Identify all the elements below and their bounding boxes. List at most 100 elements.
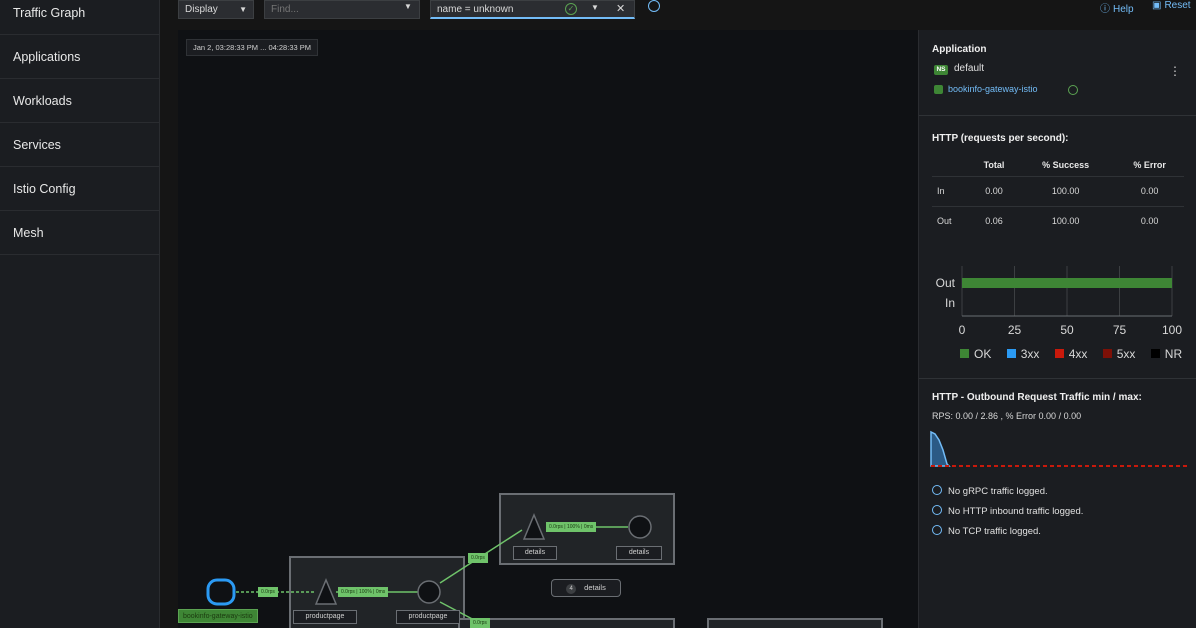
info-text: No gRPC traffic logged. xyxy=(948,486,1048,497)
details-workload-node[interactable] xyxy=(628,515,652,539)
y-category-label: In xyxy=(945,296,955,310)
x-tick-label: 25 xyxy=(1008,323,1022,337)
http-rps-table: Total % Success % Error In 0.00 100.00 0… xyxy=(932,154,1184,236)
sidebar-item-traffic-graph[interactable]: Traffic Graph xyxy=(0,0,159,35)
gateway-node[interactable] xyxy=(206,578,236,606)
details-service-label[interactable]: details xyxy=(513,546,557,560)
productpage-service-node[interactable] xyxy=(314,578,338,605)
info-no-grpc: No gRPC traffic logged. xyxy=(932,485,1048,497)
table-header-row: Total % Success % Error xyxy=(932,154,1184,176)
sidebar: Traffic Graph Applications Workloads Ser… xyxy=(0,0,160,628)
table-row: In 0.00 100.00 0.00 xyxy=(932,175,1184,206)
sparkline-area xyxy=(930,430,951,467)
col-header-success: % Success xyxy=(1042,159,1090,170)
cell-total: 0.00 xyxy=(972,175,1017,206)
namespace-name: default xyxy=(954,63,985,74)
productpage-workload-node[interactable] xyxy=(417,580,441,604)
hide-filter: ✓ ▼ ✕ xyxy=(430,0,635,19)
rps-bar-chart: 0 25 50 75 100 Out In xyxy=(936,266,1182,337)
rps-summary: RPS: 0.00 / 2.86 , % Error 0.00 / 0.00 xyxy=(932,411,1082,421)
bar-ok-out xyxy=(962,278,1172,288)
namespace-badge: NS xyxy=(934,65,948,75)
sidebar-item-mesh[interactable]: Mesh xyxy=(0,211,159,255)
help-label: Help xyxy=(1113,4,1134,15)
panel-divider xyxy=(919,378,1196,379)
x-tick-label: 50 xyxy=(1060,323,1074,337)
cell-error: 0.00 xyxy=(1115,175,1184,206)
summary-panel: Application NS default ⋮ bookinfo-gatewa… xyxy=(918,30,1196,628)
edge-label: 0.0rps | 100% | 0ms xyxy=(546,522,597,532)
sidebar-item-workloads[interactable]: Workloads xyxy=(0,79,159,123)
legend-item-nr: NR xyxy=(1150,347,1183,361)
panel-divider xyxy=(919,115,1196,116)
details-app-pill[interactable]: 4 details xyxy=(551,579,621,597)
gateway-node-label[interactable]: bookinfo-gateway-istio xyxy=(178,609,258,623)
question-circle-icon: ⓘ xyxy=(1100,4,1110,15)
info-icon[interactable] xyxy=(648,0,660,12)
sidebar-item-istio-config[interactable]: Istio Config xyxy=(0,167,159,211)
legend-label: NR xyxy=(1164,347,1183,361)
y-category-label: Out xyxy=(936,276,956,290)
find-input[interactable] xyxy=(264,0,420,19)
find-caret-down-icon[interactable]: ▼ xyxy=(404,2,412,11)
x-tick-label: 100 xyxy=(1162,323,1182,337)
info-icon xyxy=(932,485,942,495)
info-icon xyxy=(932,525,942,535)
graph-canvas[interactable]: Jan 2, 03:28:33 PM ... 04:28:33 PM 0.0rp… xyxy=(178,30,918,628)
cell-success: 100.00 xyxy=(1016,205,1116,236)
productpage-service-label[interactable]: productpage xyxy=(293,610,357,624)
legend-swatch-ok xyxy=(960,349,969,358)
reset-link[interactable]: ▣ Reset xyxy=(1152,0,1191,11)
display-dropdown[interactable]: Display ▼ xyxy=(178,0,254,19)
edge-label: 0.0rps xyxy=(258,587,278,597)
outbound-sparkline xyxy=(930,430,1187,467)
row-label: Out xyxy=(932,205,972,236)
sidebar-item-services[interactable]: Services xyxy=(0,123,159,167)
kebab-menu-icon[interactable]: ⋮ xyxy=(1169,65,1181,77)
legend-item-5xx: 5xx xyxy=(1102,347,1135,361)
col-header xyxy=(932,154,972,176)
cell-success: 100.00 xyxy=(1016,175,1116,206)
table-row: Out 0.06 100.00 0.00 xyxy=(932,205,1184,236)
help-link[interactable]: ⓘ Help xyxy=(1100,0,1134,15)
info-text: No TCP traffic logged. xyxy=(948,526,1041,537)
legend-swatch-5xx xyxy=(1102,349,1112,358)
edge-label: 0.0rps | 100% | 0ms xyxy=(338,587,389,597)
info-no-tcp: No TCP traffic logged. xyxy=(932,525,1041,537)
info-text: No HTTP inbound traffic logged. xyxy=(948,506,1084,517)
edge-label: 0.0rps xyxy=(468,553,488,563)
hide-input[interactable] xyxy=(431,1,561,17)
outbound-title: HTTP - Outbound Request Traffic min / ma… xyxy=(932,392,1142,403)
col-header-error: % Error xyxy=(1133,159,1166,170)
caret-down-icon: ▼ xyxy=(239,5,247,14)
legend-swatch-4xx xyxy=(1054,349,1064,358)
legend-swatch-3xx xyxy=(1006,349,1016,358)
legend-swatch-nr xyxy=(1150,349,1160,358)
col-header-total: Total xyxy=(983,159,1005,170)
legend-item-ok: OK xyxy=(960,347,991,361)
details-service-node[interactable] xyxy=(522,513,546,540)
panel-header: Application xyxy=(932,44,987,55)
legend-item-3xx: 3xx xyxy=(1006,347,1039,361)
app-badge-icon xyxy=(934,85,943,94)
details-workload-label[interactable]: details xyxy=(616,546,662,560)
details-app-pill-label: details xyxy=(584,583,606,592)
reset-icon: ▣ xyxy=(1152,0,1162,11)
hide-caret-down-icon[interactable]: ▼ xyxy=(591,3,599,12)
chart-legend: OK 3xx 4xx 5xx NR xyxy=(960,347,1194,361)
legend-item-4xx: 4xx xyxy=(1054,347,1088,361)
app-link[interactable]: bookinfo-gateway-istio xyxy=(948,84,1038,94)
graph-toolbar: Display ▼ ▼ ✓ ▼ ✕ ⓘHelp ▣Reset xyxy=(160,0,1196,30)
legend-label: 4xx xyxy=(1068,347,1088,361)
info-icon xyxy=(932,505,942,515)
sidebar-item-applications[interactable]: Applications xyxy=(0,35,159,79)
graph-edges-svg xyxy=(206,513,652,623)
http-title: HTTP (requests per second): xyxy=(932,133,1069,144)
node-count-badge: 4 xyxy=(566,584,577,594)
edge-label: 0.0rps xyxy=(470,618,490,628)
info-no-http-inbound: No HTTP inbound traffic logged. xyxy=(932,505,1083,517)
row-label: In xyxy=(932,175,972,206)
close-icon[interactable]: ✕ xyxy=(616,2,625,15)
x-tick-label: 75 xyxy=(1113,323,1127,337)
productpage-workload-label[interactable]: productpage xyxy=(396,610,460,624)
